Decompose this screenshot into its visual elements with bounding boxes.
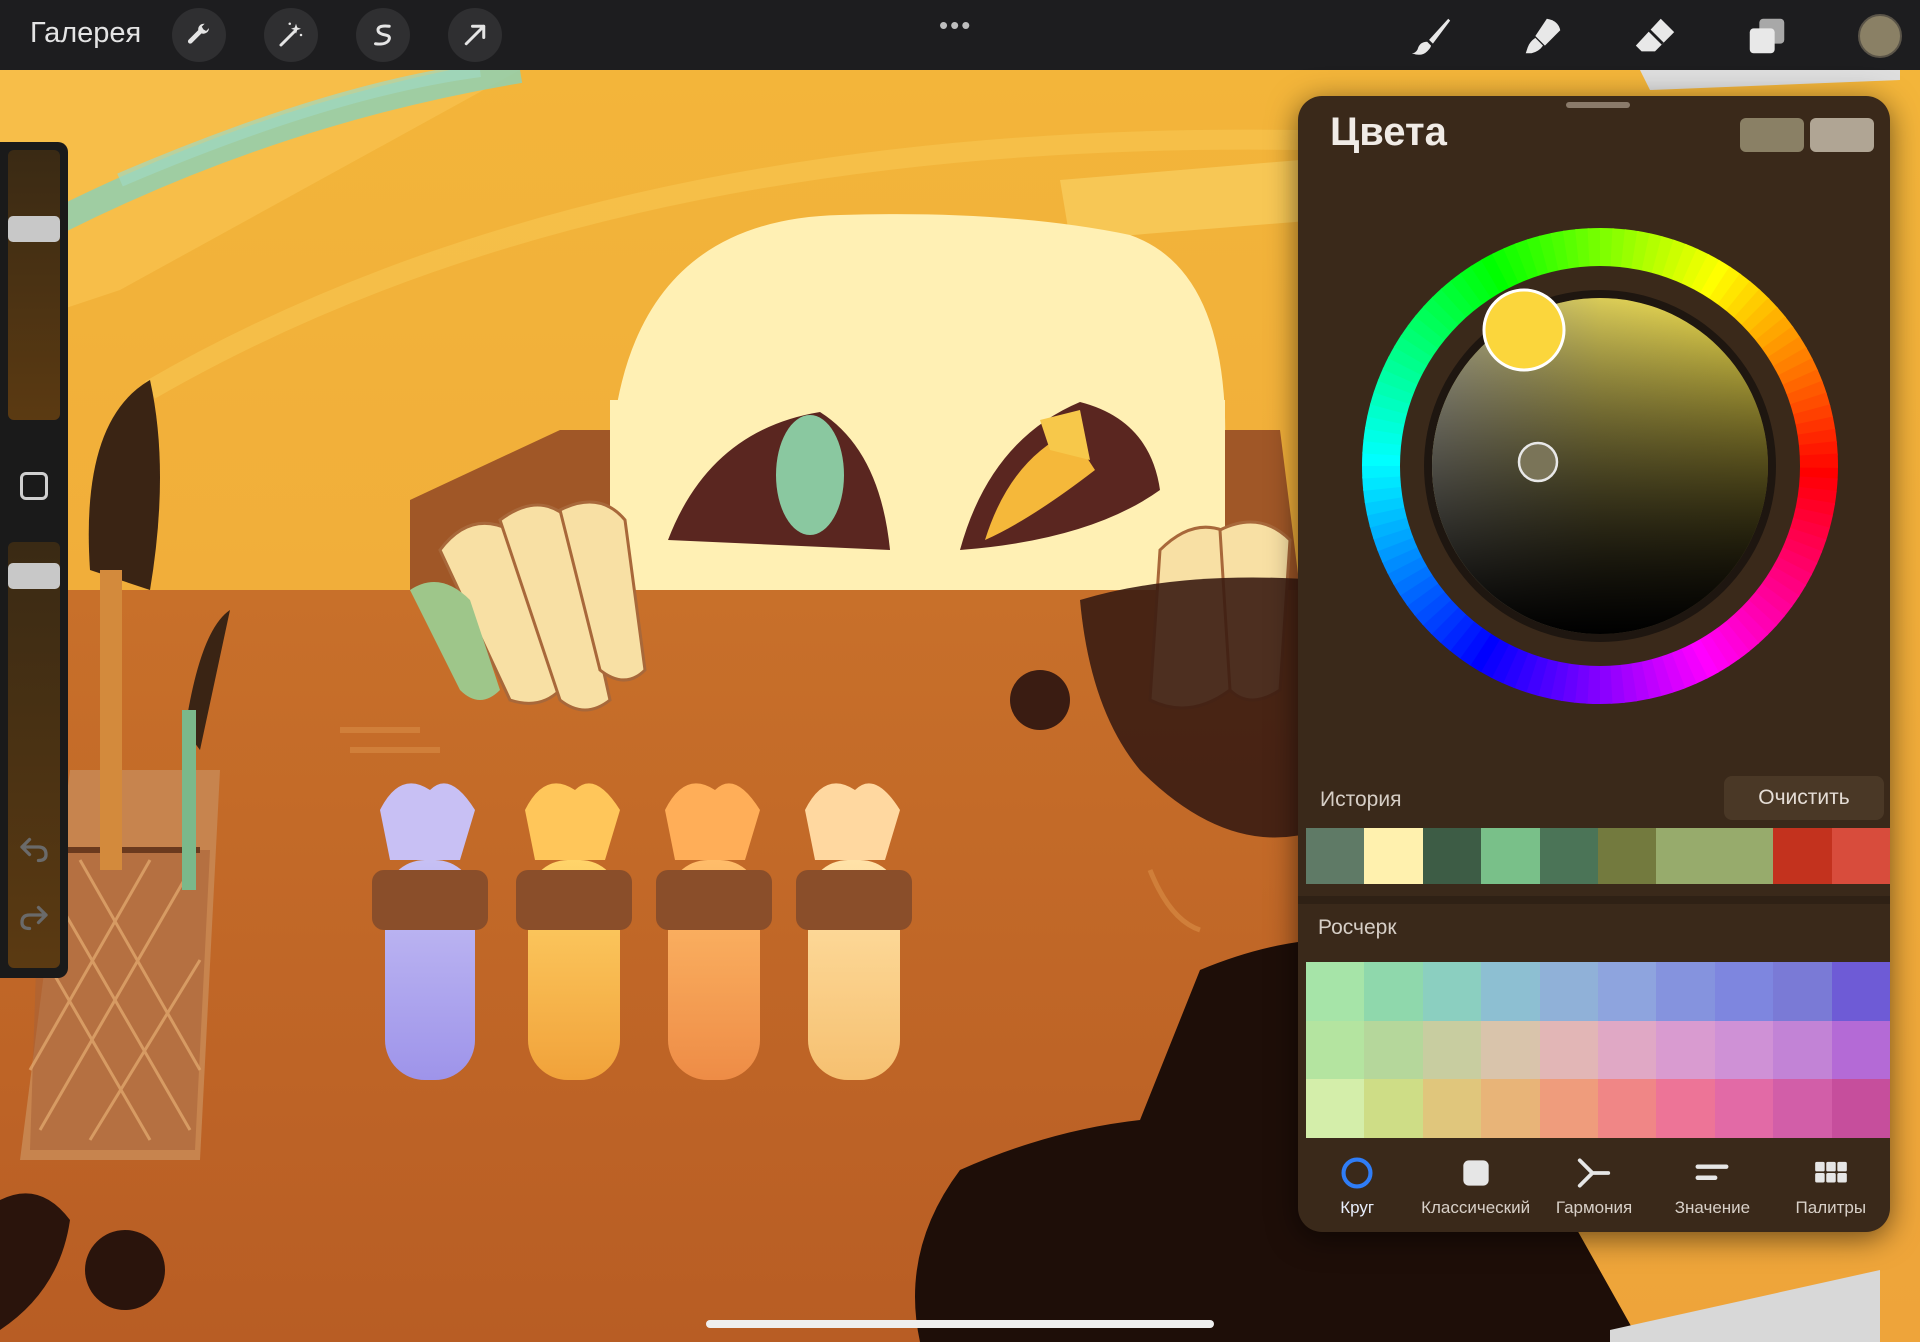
- wrench-icon: [187, 23, 209, 44]
- history-label: История: [1320, 788, 1402, 811]
- palette-swatch[interactable]: [1656, 962, 1715, 1021]
- colors-panel: Цвета История Очистить Росчерк Круг Клас…: [1298, 96, 1890, 1232]
- palette-swatch[interactable]: [1539, 1020, 1598, 1080]
- color-wheel[interactable]: [1308, 174, 1890, 758]
- history-swatch[interactable]: [1422, 828, 1482, 884]
- panel-title: Цвета: [1330, 110, 1447, 154]
- history-swatch[interactable]: [1539, 828, 1599, 884]
- palette-swatch[interactable]: [1831, 1079, 1890, 1138]
- smudge-icon: [1525, 18, 1561, 54]
- more-options-icon[interactable]: •••: [939, 10, 972, 41]
- transform-arrow-icon: [464, 24, 486, 46]
- history-swatch[interactable]: [1714, 828, 1774, 884]
- palette-swatch[interactable]: [1481, 1079, 1540, 1138]
- paint-tool-button[interactable]: [1406, 12, 1456, 60]
- modify-button[interactable]: [20, 472, 48, 500]
- tab-label: Палитры: [1795, 1198, 1867, 1217]
- history-swatch[interactable]: [1598, 828, 1657, 884]
- palette-name: Росчерк: [1318, 916, 1397, 939]
- classic-square-icon: [1462, 1160, 1489, 1186]
- palette-swatch[interactable]: [1656, 1020, 1715, 1080]
- palette-swatch[interactable]: [1831, 962, 1890, 1021]
- palette-swatch[interactable]: [1773, 962, 1832, 1021]
- palette-swatch[interactable]: [1714, 1020, 1774, 1080]
- disc-icon: [1341, 1157, 1373, 1189]
- section-divider: [1298, 896, 1890, 904]
- history-swatch[interactable]: [1306, 828, 1365, 884]
- palette-swatch[interactable]: [1422, 1020, 1482, 1080]
- palette-swatch[interactable]: [1306, 1020, 1365, 1080]
- brush-size-slider[interactable]: [8, 150, 60, 420]
- home-indicator[interactable]: [706, 1320, 1214, 1328]
- gallery-button[interactable]: Галерея: [30, 17, 141, 50]
- selection-button[interactable]: [356, 8, 410, 62]
- opacity-thumb[interactable]: [8, 563, 60, 589]
- history-swatch[interactable]: [1481, 828, 1540, 884]
- current-color-swatch[interactable]: [1740, 118, 1804, 152]
- tab-label: Значение: [1674, 1198, 1751, 1217]
- palette-swatch[interactable]: [1656, 1079, 1715, 1138]
- palettes-grid-icon: [1814, 1161, 1847, 1183]
- palette-swatch[interactable]: [1422, 1079, 1482, 1138]
- eraser-tool-button[interactable]: [1630, 12, 1680, 60]
- palette-grid: [1306, 962, 1890, 1138]
- hue-picker-knob[interactable]: [1482, 288, 1566, 372]
- top-toolbar: Галерея •••: [0, 0, 1920, 70]
- magic-wand-icon: [279, 22, 303, 47]
- palette-swatch[interactable]: [1831, 1020, 1890, 1080]
- palette-swatch[interactable]: [1306, 1079, 1365, 1138]
- palette-swatch[interactable]: [1364, 1079, 1423, 1138]
- history-swatch[interactable]: [1831, 828, 1890, 884]
- eraser-icon: [1635, 18, 1675, 52]
- redo-icon[interactable]: [16, 900, 52, 936]
- palette-swatch[interactable]: [1481, 962, 1540, 1021]
- undo-icon[interactable]: [16, 832, 52, 868]
- palette-swatch[interactable]: [1364, 1020, 1423, 1080]
- tab-label: Классический: [1421, 1198, 1531, 1217]
- tab-palettes[interactable]: Палитры: [1772, 1146, 1890, 1232]
- layers-icon: [1749, 18, 1785, 54]
- palette-swatch[interactable]: [1773, 1020, 1832, 1080]
- selection-icon: [374, 24, 391, 46]
- panel-grabber[interactable]: [1566, 102, 1630, 108]
- history-swatch[interactable]: [1773, 828, 1832, 884]
- actions-button[interactable]: [172, 8, 226, 62]
- transform-button[interactable]: [448, 8, 502, 62]
- palette-swatch[interactable]: [1598, 1079, 1657, 1138]
- tab-value[interactable]: Значение: [1653, 1146, 1771, 1232]
- brush-size-thumb[interactable]: [8, 215, 60, 242]
- previous-color-swatch[interactable]: [1810, 118, 1874, 152]
- adjustments-button[interactable]: [264, 8, 318, 62]
- clear-history-button[interactable]: Очистить: [1724, 776, 1884, 820]
- colors-button[interactable]: [1858, 14, 1902, 58]
- palette-swatch[interactable]: [1306, 962, 1365, 1021]
- palette-swatch[interactable]: [1481, 1020, 1540, 1080]
- palette-swatch[interactable]: [1539, 1079, 1598, 1138]
- palette-swatch[interactable]: [1773, 1079, 1832, 1138]
- layers-button[interactable]: [1742, 12, 1792, 60]
- palette-swatch[interactable]: [1598, 1020, 1657, 1080]
- left-sidebar: [0, 142, 68, 978]
- value-sliders-icon: [1695, 1164, 1729, 1180]
- tab-label: Гармония: [1555, 1198, 1633, 1217]
- color-history: [1306, 828, 1890, 884]
- history-swatch[interactable]: [1656, 828, 1715, 884]
- palette-swatch[interactable]: [1364, 962, 1423, 1021]
- palette-swatch[interactable]: [1714, 1079, 1774, 1138]
- tab-label: Круг: [1340, 1198, 1375, 1217]
- color-mode-tabs: Круг Классический Гармония Значение Пали…: [1298, 1146, 1890, 1232]
- palette-swatch[interactable]: [1598, 962, 1657, 1021]
- palette-swatch[interactable]: [1714, 962, 1774, 1021]
- disc-picker-knob[interactable]: [1517, 441, 1559, 483]
- palette-swatch[interactable]: [1539, 962, 1598, 1021]
- smudge-tool-button[interactable]: [1518, 12, 1568, 60]
- saturation-brightness-disc[interactable]: [1432, 298, 1768, 634]
- tab-disc[interactable]: Круг: [1298, 1146, 1416, 1232]
- brush-icon: [1411, 18, 1451, 55]
- tab-classic[interactable]: Классический: [1416, 1146, 1534, 1232]
- harmony-icon: [1577, 1158, 1611, 1188]
- tab-harmony[interactable]: Гармония: [1535, 1146, 1653, 1232]
- history-swatch[interactable]: [1364, 828, 1423, 884]
- palette-swatch[interactable]: [1422, 962, 1482, 1021]
